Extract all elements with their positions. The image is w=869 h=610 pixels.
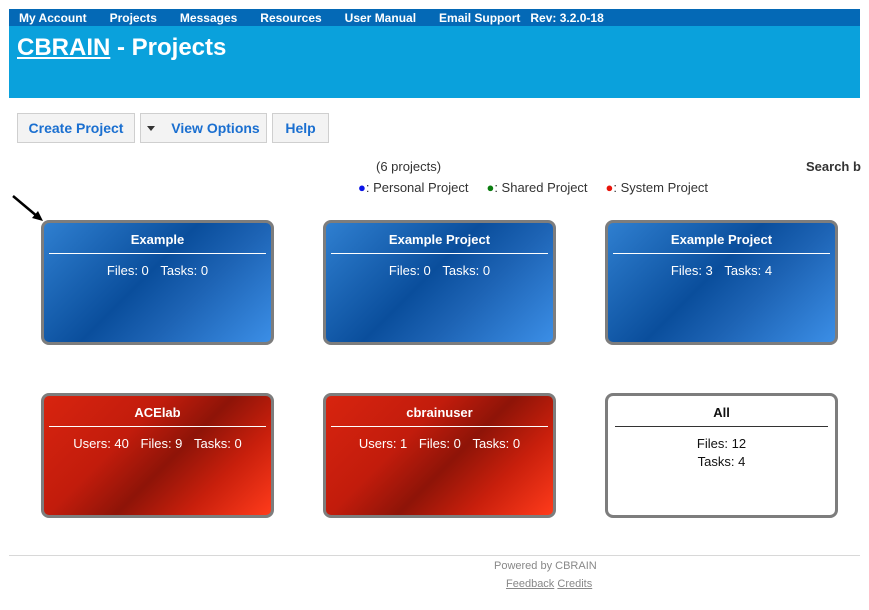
- divider: [613, 253, 830, 254]
- brand-link[interactable]: CBRAIN: [17, 34, 110, 61]
- project-card-example[interactable]: Example Files: 0 Tasks: 0: [41, 220, 274, 345]
- files-count: Files: 0: [106, 263, 149, 278]
- page-title-text: - Projects: [117, 34, 227, 61]
- project-card-acelab[interactable]: ACElab Users: 40 Files: 9 Tasks: 0: [41, 393, 274, 518]
- divider: [331, 253, 548, 254]
- help-label: Help: [285, 120, 316, 136]
- divider: [49, 253, 266, 254]
- files-count: Files: 0: [388, 263, 431, 278]
- revision-label: Rev: 3.2.0-18: [530, 10, 604, 25]
- project-type-legend: ●: Personal Project ●: Shared Project ●:…: [358, 180, 726, 195]
- page-title: CBRAIN - Projects: [17, 34, 226, 62]
- project-name: cbrainuser: [406, 405, 473, 420]
- blue-dot-icon: ●: [358, 180, 366, 195]
- tasks-count: Tasks: 0: [160, 263, 209, 278]
- view-options-button[interactable]: View Options: [140, 113, 267, 143]
- legend-system-label: : System Project: [613, 180, 709, 195]
- header-banner: My Account Projects Messages Resources U…: [9, 9, 860, 98]
- legend-system: ●: System Project: [606, 180, 709, 195]
- divider: [49, 426, 266, 427]
- legend-personal: ●: Personal Project: [358, 180, 468, 195]
- users-count: Users: 40: [73, 436, 129, 451]
- project-card-example-project-1[interactable]: Example Project Files: 0 Tasks: 0: [323, 220, 556, 345]
- project-name: Example Project: [670, 232, 773, 247]
- divider: [331, 426, 548, 427]
- project-card-example-project-2[interactable]: Example Project Files: 3 Tasks: 4: [605, 220, 838, 345]
- feedback-link[interactable]: Feedback: [506, 578, 554, 590]
- files-count: Files: 0: [418, 436, 461, 451]
- project-name: All: [713, 405, 730, 420]
- view-options-label: View Options: [171, 120, 260, 136]
- dropdown-caret-icon: [147, 125, 156, 131]
- files-count: Files: 3: [670, 263, 713, 278]
- project-name: Example: [130, 232, 185, 247]
- powered-by: Powered by CBRAIN: [494, 560, 597, 572]
- legend-shared: ●: Shared Project: [486, 180, 587, 195]
- tasks-count: Tasks: 0: [442, 263, 491, 278]
- top-menu-bar: My Account Projects Messages Resources U…: [9, 9, 860, 26]
- users-count: Users: 1: [358, 436, 408, 451]
- files-count: Files: 12: [696, 436, 747, 451]
- project-stats: Files: 12 Tasks: 4: [608, 435, 835, 471]
- menu-messages[interactable]: Messages: [180, 11, 237, 25]
- project-stats: Users: 40 Files: 9 Tasks: 0: [44, 436, 271, 451]
- tasks-count: Tasks: 4: [697, 454, 746, 469]
- legend-shared-label: : Shared Project: [494, 180, 588, 195]
- tasks-count: Tasks: 0: [472, 436, 521, 451]
- menu-my-account[interactable]: My Account: [19, 11, 87, 25]
- tasks-count: Tasks: 4: [724, 263, 773, 278]
- files-count: Files: 9: [140, 436, 183, 451]
- divider: [615, 426, 828, 427]
- credits-link[interactable]: Credits: [557, 578, 592, 590]
- create-project-label: Create Project: [28, 120, 124, 136]
- project-card-cbrainuser[interactable]: cbrainuser Users: 1 Files: 0 Tasks: 0: [323, 393, 556, 518]
- create-project-button[interactable]: Create Project: [17, 113, 135, 143]
- project-card-all[interactable]: All Files: 12 Tasks: 4: [605, 393, 838, 518]
- project-stats: Files: 3 Tasks: 4: [608, 263, 835, 278]
- menu-user-manual[interactable]: User Manual: [345, 11, 416, 25]
- footer-divider: [9, 555, 860, 556]
- search-label: Search b: [806, 159, 861, 174]
- footer-links: Feedback Credits: [506, 578, 592, 590]
- project-stats: Users: 1 Files: 0 Tasks: 0: [326, 436, 553, 451]
- menu-projects[interactable]: Projects: [110, 11, 157, 25]
- tasks-count: Tasks: 0: [194, 436, 242, 451]
- project-name: Example Project: [388, 232, 491, 247]
- arrow-pointer-icon: [12, 195, 43, 221]
- project-stats: Files: 0 Tasks: 0: [44, 263, 271, 278]
- project-name: ACElab: [134, 405, 181, 420]
- menu-resources[interactable]: Resources: [260, 11, 321, 25]
- menu-email-support[interactable]: Email Support: [439, 11, 520, 25]
- project-stats: Files: 0 Tasks: 0: [326, 263, 553, 278]
- project-count: (6 projects): [376, 159, 442, 174]
- help-button[interactable]: Help: [272, 113, 329, 143]
- legend-personal-label: : Personal Project: [365, 180, 469, 195]
